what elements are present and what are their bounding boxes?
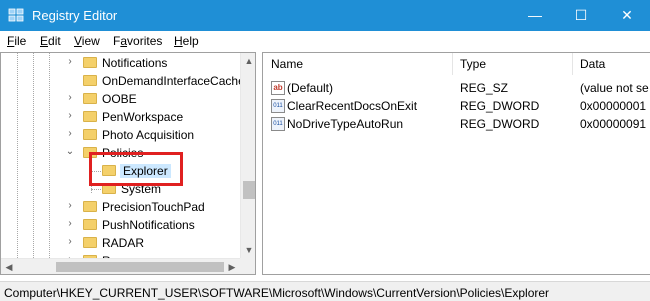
folder-icon [83,129,97,140]
menu-favorites[interactable]: Favorites [113,34,162,48]
value-data: 0x00000091 ( [580,117,650,131]
value-row[interactable]: 011 NoDriveTypeAutoRun REG_DWORD 0x00000… [263,115,650,133]
tree-item-pushnotifications[interactable]: › PushNotifications [1,216,241,234]
chevron-right-icon[interactable]: › [65,236,75,248]
value-type: REG_DWORD [460,117,540,131]
folder-icon [83,219,97,230]
scroll-thumb[interactable] [243,181,255,199]
folder-icon [83,93,97,104]
tree-item-penworkspace[interactable]: › PenWorkspace [1,108,241,126]
tree-item-label: Notifications [102,56,168,70]
column-header-type[interactable]: Type [460,57,486,71]
folder-icon [83,237,97,248]
binary-value-icon: 011 [271,99,285,113]
scroll-right-icon[interactable]: ▶ [224,259,240,274]
column-divider[interactable] [452,53,453,75]
chevron-right-icon[interactable]: › [65,200,75,212]
tree-horizontal-scrollbar[interactable]: ◀ ▶ [1,258,240,274]
menu-help[interactable]: Help [174,34,199,48]
tree-item-radar[interactable]: › RADAR [1,234,241,252]
tree-item-oobe[interactable]: › OOBE [1,90,241,108]
value-name: NoDriveTypeAutoRun [287,117,404,131]
tree-item-label: PushNotifications [102,218,195,232]
tree-vertical-scrollbar[interactable]: ▲ ▼ [240,53,255,258]
tree-item-label: PenWorkspace [102,110,184,124]
tree-item-label: Photo Acquisition [102,128,195,142]
column-header-name[interactable]: Name [271,57,303,71]
value-data: (value not se [580,81,649,95]
folder-icon [83,111,97,122]
close-button[interactable]: ✕ [604,0,650,31]
folder-icon [83,201,97,212]
scroll-up-icon[interactable]: ▲ [241,53,255,69]
title-bar: Registry Editor — ☐ ✕ [0,0,650,31]
value-name: ClearRecentDocsOnExit [287,99,418,113]
values-list-pane[interactable]: Name Type Data ab (Default) REG_SZ (valu… [262,52,650,275]
tree-item-notifications[interactable]: › Notifications [1,54,241,72]
scroll-left-icon[interactable]: ◀ [1,259,17,274]
window-title: Registry Editor [32,8,118,23]
chevron-right-icon[interactable]: › [65,218,75,230]
scroll-down-icon[interactable]: ▼ [241,242,255,258]
column-header-data[interactable]: Data [580,57,605,71]
scrollbar-corner [240,258,255,274]
tree-item-label: OnDemandInterfaceCache [102,74,245,88]
highlight-annotation [89,152,183,186]
folder-icon [83,75,97,86]
chevron-right-icon[interactable]: › [65,92,75,104]
status-bar: Computer\HKEY_CURRENT_USER\SOFTWARE\Micr… [0,281,650,301]
minimize-button[interactable]: — [512,0,558,31]
tree-item-label: OOBE [102,92,137,106]
chevron-right-icon[interactable]: › [65,56,75,68]
value-row[interactable]: ab (Default) REG_SZ (value not se [263,79,650,97]
value-type: REG_DWORD [460,99,540,113]
maximize-button[interactable]: ☐ [558,0,604,31]
chevron-right-icon[interactable]: › [65,110,75,122]
value-name: (Default) [287,81,334,95]
menu-file[interactable]: File [7,34,26,48]
binary-value-icon: 011 [271,117,285,131]
value-row[interactable]: 011 ClearRecentDocsOnExit REG_DWORD 0x00… [263,97,650,115]
menu-edit[interactable]: Edit [40,34,61,48]
tree-item-label: RADAR [102,236,145,250]
tree-item-label: PrecisionTouchPad [102,200,205,214]
folder-icon [83,57,97,68]
menu-bar: File Edit View Favorites Help [0,31,650,51]
menu-view[interactable]: View [74,34,100,48]
tree-item-precisiontouchpad[interactable]: › PrecisionTouchPad [1,198,241,216]
chevron-down-icon[interactable]: ⌄ [65,146,75,158]
tree-item-ondemandinterfacecache[interactable]: OnDemandInterfaceCache [1,72,245,90]
value-data: 0x00000001 ( [580,99,650,113]
tree-item-photo-acquisition[interactable]: › Photo Acquisition [1,126,241,144]
value-type: REG_SZ [460,81,509,95]
scroll-thumb[interactable] [56,262,224,272]
string-value-icon: ab [271,81,285,95]
registry-editor-icon [8,8,24,22]
registry-path: Computer\HKEY_CURRENT_USER\SOFTWARE\Micr… [4,286,550,300]
column-divider[interactable] [572,53,573,75]
chevron-right-icon[interactable]: › [65,128,75,140]
